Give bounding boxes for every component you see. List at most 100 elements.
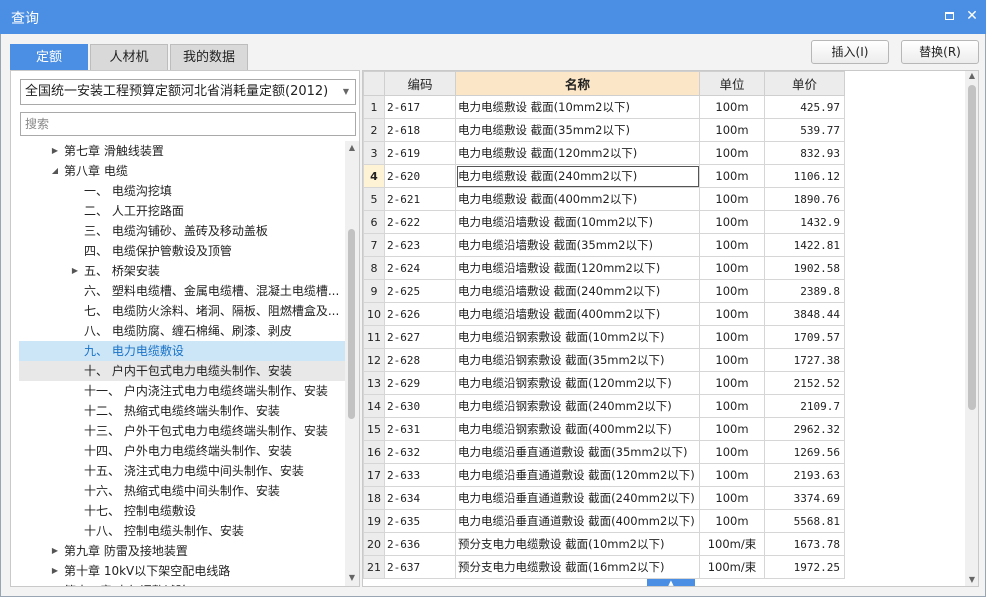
row-index[interactable]: 21 bbox=[363, 555, 385, 579]
row-index[interactable]: 5 bbox=[363, 187, 385, 211]
cell-unit[interactable]: 100m bbox=[699, 371, 765, 395]
cell-name[interactable]: 预分支电力电缆敷设 截面(10mm2以下) bbox=[455, 532, 700, 556]
cell-name[interactable]: 电力电缆沿垂直通道敷设 截面(400mm2以下) bbox=[455, 509, 700, 533]
tree-node[interactable]: 六、 塑料电缆槽、金属电缆槽、混凝土电缆槽... bbox=[19, 281, 345, 301]
row-index[interactable]: 3 bbox=[363, 141, 385, 165]
tree-node[interactable]: 八、 电缆防腐、缠石棉绳、刷漆、剥皮 bbox=[19, 321, 345, 341]
row-index[interactable]: 11 bbox=[363, 325, 385, 349]
tree-node[interactable]: 十八、 控制电缆头制作、安装 bbox=[19, 521, 345, 541]
row-index[interactable]: 8 bbox=[363, 256, 385, 280]
row-index[interactable]: 10 bbox=[363, 302, 385, 326]
row-index[interactable]: 14 bbox=[363, 394, 385, 418]
cell-code[interactable]: 2-630 bbox=[384, 394, 456, 418]
scroll-down-icon[interactable]: ▼ bbox=[345, 573, 359, 582]
col-header-name[interactable]: 名称 bbox=[455, 71, 700, 96]
cell-unit[interactable]: 100m bbox=[699, 118, 765, 142]
cell-price[interactable]: 1902.58 bbox=[764, 256, 845, 280]
cell-price[interactable]: 1709.57 bbox=[764, 325, 845, 349]
cell-name[interactable]: 电力电缆敷设 截面(400mm2以下) bbox=[455, 187, 700, 211]
triangle-down-icon[interactable]: ◢ bbox=[49, 161, 61, 181]
row-index[interactable]: 15 bbox=[363, 417, 385, 441]
cell-unit[interactable]: 100m bbox=[699, 210, 765, 234]
cell-price[interactable]: 2109.7 bbox=[764, 394, 845, 418]
table-row[interactable]: 5 2-621 电力电缆敷设 截面(400mm2以下) 100m 1890.76 bbox=[363, 187, 845, 211]
table-row[interactable]: 21 2-637 预分支电力电缆敷设 截面(16mm2以下) 100m/束 1972.2… bbox=[363, 555, 845, 579]
cell-price[interactable]: 1432.9 bbox=[764, 210, 845, 234]
cell-name[interactable]: 电力电缆沿墙敷设 截面(120mm2以下) bbox=[455, 256, 700, 280]
row-index[interactable]: 18 bbox=[363, 486, 385, 510]
cell-price[interactable]: 1673.78 bbox=[764, 532, 845, 556]
tree-node[interactable]: ◢ 第八章 电缆 bbox=[19, 161, 345, 181]
cell-unit[interactable]: 100m bbox=[699, 187, 765, 211]
row-index[interactable]: 7 bbox=[363, 233, 385, 257]
tree-node[interactable]: 十三、 户外干包式电力电缆终端头制作、安装 bbox=[19, 421, 345, 441]
cell-unit[interactable]: 100m bbox=[699, 348, 765, 372]
tree-node[interactable]: ▶ 五、 桥架安装 bbox=[19, 261, 345, 281]
cell-name[interactable]: 电力电缆沿钢索敷设 截面(400mm2以下) bbox=[455, 417, 700, 441]
triangle-right-icon[interactable]: ▶ bbox=[49, 581, 61, 586]
tab-quota[interactable]: 定额 bbox=[10, 44, 88, 70]
table-row[interactable]: 8 2-624 电力电缆沿墙敷设 截面(120mm2以下) 100m 1902.58 bbox=[363, 256, 845, 280]
cell-name[interactable]: 电力电缆沿垂直通道敷设 截面(35mm2以下) bbox=[455, 440, 700, 464]
cell-name[interactable]: 电力电缆沿墙敷设 截面(10mm2以下) bbox=[455, 210, 700, 234]
cell-unit[interactable]: 100m/束 bbox=[699, 555, 765, 579]
tree-node[interactable]: 三、 电缆沟铺砂、盖砖及移动盖板 bbox=[19, 221, 345, 241]
tree-node[interactable]: 一、 电缆沟挖填 bbox=[19, 181, 345, 201]
table-row[interactable]: 9 2-625 电力电缆沿墙敷设 截面(240mm2以下) 100m 2389.8 bbox=[363, 279, 845, 303]
search-input[interactable] bbox=[20, 112, 356, 136]
tree-node[interactable]: 十四、 户外电力电缆终端头制作、安装 bbox=[19, 441, 345, 461]
cell-unit[interactable]: 100m bbox=[699, 302, 765, 326]
triangle-right-icon[interactable]: ▶ bbox=[69, 261, 81, 281]
cell-unit[interactable]: 100m/束 bbox=[699, 532, 765, 556]
cell-code[interactable]: 2-620 bbox=[384, 164, 456, 188]
tree-node[interactable]: ▶ 第九章 防雷及接地装置 bbox=[19, 541, 345, 561]
cell-price[interactable]: 1269.56 bbox=[764, 440, 845, 464]
quota-library-select[interactable]: 全国统一安装工程预算定额河北省消耗量定额(2012) ▼ bbox=[20, 79, 356, 105]
table-row[interactable]: 15 2-631 电力电缆沿钢索敷设 截面(400mm2以下) 100m 2962.32 bbox=[363, 417, 845, 441]
row-index[interactable]: 16 bbox=[363, 440, 385, 464]
cell-price[interactable]: 3848.44 bbox=[764, 302, 845, 326]
cell-unit[interactable]: 100m bbox=[699, 325, 765, 349]
cell-price[interactable]: 425.97 bbox=[764, 95, 845, 119]
replace-button[interactable]: 替换(R) bbox=[901, 40, 979, 64]
cell-code[interactable]: 2-618 bbox=[384, 118, 456, 142]
table-row[interactable]: 4 2-620 电力电缆敷设 截面(240mm2以下) 100m 1106.12 bbox=[363, 164, 845, 188]
col-header-unit[interactable]: 单位 bbox=[699, 71, 765, 96]
row-index[interactable]: 20 bbox=[363, 532, 385, 556]
cell-code[interactable]: 2-632 bbox=[384, 440, 456, 464]
close-button[interactable]: ✕ bbox=[964, 8, 980, 24]
grid-scroll-thumb[interactable] bbox=[968, 85, 976, 410]
cell-code[interactable]: 2-635 bbox=[384, 509, 456, 533]
cell-name[interactable]: 电力电缆敷设 截面(240mm2以下) bbox=[455, 164, 700, 188]
tree-node[interactable]: 七、 电缆防火涂料、堵洞、隔板、阻燃槽盒及... bbox=[19, 301, 345, 321]
row-index[interactable]: 19 bbox=[363, 509, 385, 533]
cell-price[interactable]: 1422.81 bbox=[764, 233, 845, 257]
cell-code[interactable]: 2-623 bbox=[384, 233, 456, 257]
cell-price[interactable]: 1890.76 bbox=[764, 187, 845, 211]
maximize-button[interactable] bbox=[941, 8, 957, 24]
row-index[interactable]: 4 bbox=[363, 164, 385, 188]
table-row[interactable]: 16 2-632 电力电缆沿垂直通道敷设 截面(35mm2以下) 100m 1269.5… bbox=[363, 440, 845, 464]
cell-name[interactable]: 电力电缆沿钢索敷设 截面(35mm2以下) bbox=[455, 348, 700, 372]
cell-unit[interactable]: 100m bbox=[699, 394, 765, 418]
cell-name[interactable]: 电力电缆敷设 截面(120mm2以下) bbox=[455, 141, 700, 165]
tree-node[interactable]: ▶ 第十章 10kV以下架空配电线路 bbox=[19, 561, 345, 581]
table-row[interactable]: 12 2-628 电力电缆沿钢索敷设 截面(35mm2以下) 100m 1727.38 bbox=[363, 348, 845, 372]
col-header-price[interactable]: 单价 bbox=[764, 71, 845, 96]
insert-button[interactable]: 插入(I) bbox=[811, 40, 889, 64]
table-row[interactable]: 1 2-617 电力电缆敷设 截面(10mm2以下) 100m 425.97 bbox=[363, 95, 845, 119]
scroll-up-icon[interactable]: ▲ bbox=[345, 143, 359, 152]
scroll-up-icon[interactable]: ▲ bbox=[965, 71, 978, 80]
triangle-right-icon[interactable]: ▶ bbox=[49, 541, 61, 561]
table-row[interactable]: 18 2-634 电力电缆沿垂直通道敷设 截面(240mm2以下) 100m 3374.… bbox=[363, 486, 845, 510]
cell-name[interactable]: 电力电缆沿垂直通道敷设 截面(240mm2以下) bbox=[455, 486, 700, 510]
table-row[interactable]: 20 2-636 预分支电力电缆敷设 截面(10mm2以下) 100m/束 1673.7… bbox=[363, 532, 845, 556]
cell-code[interactable]: 2-622 bbox=[384, 210, 456, 234]
cell-price[interactable]: 539.77 bbox=[764, 118, 845, 142]
cell-name[interactable]: 电力电缆沿钢索敷设 截面(120mm2以下) bbox=[455, 371, 700, 395]
row-index[interactable]: 2 bbox=[363, 118, 385, 142]
cell-code[interactable]: 2-624 bbox=[384, 256, 456, 280]
cell-code[interactable]: 2-617 bbox=[384, 95, 456, 119]
col-header-index[interactable] bbox=[363, 71, 385, 96]
tree-scroll-thumb[interactable] bbox=[348, 229, 355, 419]
